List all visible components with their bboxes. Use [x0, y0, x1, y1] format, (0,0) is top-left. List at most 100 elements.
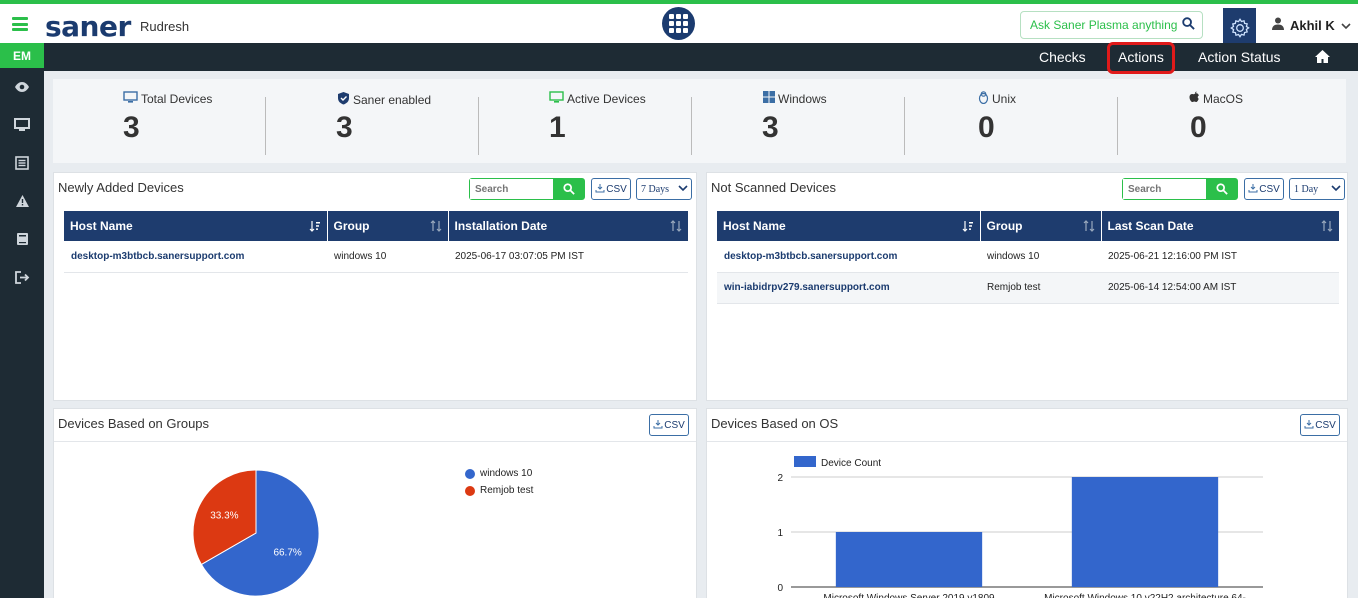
last-scan-date-cell: 2025-06-14 12:54:00 AM IST [1101, 272, 1339, 304]
stat-unix[interactable]: Unix 0 [905, 79, 1118, 163]
panel-title: Not Scanned Devices [711, 180, 837, 195]
list-icon[interactable] [0, 144, 44, 182]
groups-pie-chart: 66.7% 33.3% [192, 469, 320, 597]
apps-grid-icon[interactable] [662, 7, 695, 40]
host-name-link[interactable]: desktop-m3btbcb.sanersupport.com [717, 241, 980, 273]
column-header-installation-date[interactable]: Installation Date [448, 211, 688, 241]
user-icon [1272, 17, 1284, 33]
stat-value: 1 [549, 111, 566, 144]
devices-by-os-panel: Devices Based on OS CSV 0 1 2 Microsoft Win… [706, 408, 1348, 598]
not-scanned-devices-panel: Not Scanned Devices CSV 1 Day Host Name … [706, 172, 1348, 401]
csv-export-button[interactable]: CSV [1300, 414, 1340, 436]
stat-label: Active Devices [567, 92, 646, 106]
installation-date-cell: 2025-06-17 03:07:05 PM IST [448, 241, 688, 273]
hamburger-menu-icon[interactable] [12, 17, 28, 31]
stat-active-devices[interactable]: Active Devices 1 [479, 79, 692, 163]
legend-item-remjob-test[interactable]: Remjob test [465, 485, 533, 496]
stat-value: 0 [978, 111, 995, 144]
table-row[interactable]: desktop-m3btbcb.sanersupport.com windows… [64, 241, 688, 273]
saner-logo[interactable]: saner [45, 10, 131, 43]
x-tick-label: Microsoft Windows 10 v22H2 architecture … [1044, 593, 1246, 598]
chevron-down-icon [1341, 18, 1351, 33]
host-name-link[interactable]: desktop-m3btbcb.sanersupport.com [64, 241, 327, 273]
csv-export-button[interactable]: CSV [1244, 178, 1284, 200]
column-header-last-scan-date[interactable]: Last Scan Date [1101, 211, 1339, 241]
column-header-group[interactable]: Group [980, 211, 1102, 241]
nav-action-status[interactable]: Action Status [1198, 43, 1281, 71]
days-range-select[interactable]: 7 Days [636, 178, 692, 200]
stat-windows[interactable]: Windows 3 [692, 79, 905, 163]
pie-slice-label: 33.3% [210, 511, 238, 522]
search-icon[interactable] [1182, 17, 1195, 33]
download-icon [1248, 183, 1258, 196]
sort-icon[interactable] [670, 220, 682, 235]
sidebar: EM [0, 43, 44, 598]
sort-icon[interactable] [1321, 220, 1333, 235]
stat-macos[interactable]: MacOS 0 [1118, 79, 1331, 163]
csv-label: CSV [1259, 183, 1280, 195]
bar-device-count[interactable] [1071, 477, 1219, 587]
x-tick-label: Microsoft Windows Server 2019 v1809 [823, 593, 995, 598]
panel-title: Newly Added Devices [58, 180, 184, 195]
column-header-group[interactable]: Group [327, 211, 449, 241]
chevron-down-icon [1331, 184, 1341, 195]
ask-saner-plasma-placeholder: Ask Saner Plasma anything ! [1030, 18, 1180, 32]
download-icon [595, 183, 605, 196]
actions-highlight-box [1107, 42, 1175, 74]
table-row[interactable]: desktop-m3btbcb.sanersupport.com windows… [717, 241, 1339, 273]
eye-icon[interactable] [0, 68, 44, 106]
stat-value: 3 [762, 111, 779, 144]
column-header-host-name[interactable]: Host Name [64, 211, 328, 241]
y-tick-label: 0 [777, 583, 783, 594]
table-row[interactable]: win-iabidrpv279.sanersupport.com Remjob … [717, 272, 1339, 304]
legend-label[interactable]: Device Count [821, 458, 881, 469]
y-tick-label: 1 [777, 528, 783, 539]
search-icon[interactable] [1206, 179, 1237, 199]
csv-label: CSV [1315, 419, 1336, 431]
ask-saner-plasma-input[interactable]: Ask Saner Plasma anything ! [1020, 11, 1203, 39]
csv-export-button[interactable]: CSV [649, 414, 689, 436]
newly-added-table: Host Name Group Installation Date deskto… [64, 211, 688, 273]
stat-saner-enabled[interactable]: Saner enabled 3 [266, 79, 479, 163]
panel-title: Devices Based on Groups [58, 416, 210, 431]
search-icon[interactable] [553, 179, 584, 199]
not-scanned-table: Host Name Group Last Scan Date desktop-m… [717, 211, 1339, 304]
days-range-select[interactable]: 1 Day [1289, 178, 1345, 200]
pie-slice-label: 66.7% [273, 547, 301, 558]
organization-name: Rudresh [140, 19, 190, 34]
linux-icon [978, 91, 989, 107]
logout-icon[interactable] [0, 258, 44, 296]
sort-desc-icon[interactable] [309, 220, 321, 235]
stat-label: Total Devices [141, 92, 213, 106]
home-icon[interactable] [1314, 49, 1331, 65]
sort-icon[interactable] [430, 220, 442, 235]
stat-total-devices[interactable]: Total Devices 3 [53, 79, 266, 163]
stat-value: 3 [123, 111, 140, 144]
monitor-icon[interactable] [0, 106, 44, 144]
host-name-link[interactable]: win-iabidrpv279.sanersupport.com [717, 272, 980, 304]
stat-label: Unix [992, 92, 1017, 106]
days-label: 1 Day [1294, 183, 1319, 195]
group-cell: Remjob test [980, 272, 1101, 304]
group-cell: windows 10 [327, 241, 448, 273]
settings-gear-icon[interactable] [1223, 8, 1256, 47]
search-input[interactable] [1123, 179, 1206, 199]
book-icon[interactable] [0, 220, 44, 258]
search-input[interactable] [470, 179, 553, 199]
newly-added-search[interactable] [469, 178, 585, 200]
os-bar-chart: 0 1 2 Microsoft Windows Server 2019 v1809 Mi… [777, 456, 1263, 598]
sort-desc-icon[interactable] [962, 220, 974, 235]
bar-device-count[interactable] [835, 532, 983, 587]
nav-checks[interactable]: Checks [1039, 43, 1086, 71]
y-tick-label: 2 [777, 473, 783, 484]
not-scanned-search[interactable] [1122, 178, 1238, 200]
apple-icon [1189, 91, 1200, 106]
warning-icon[interactable] [0, 182, 44, 220]
em-badge[interactable]: EM [0, 43, 44, 68]
csv-export-button[interactable]: CSV [591, 178, 631, 200]
legend-item-windows-10[interactable]: windows 10 [465, 468, 532, 479]
column-header-host-name[interactable]: Host Name [717, 211, 981, 241]
sort-icon[interactable] [1083, 220, 1095, 235]
user-menu[interactable]: Akhil K [1272, 17, 1351, 33]
user-name: Akhil K [1290, 17, 1335, 33]
